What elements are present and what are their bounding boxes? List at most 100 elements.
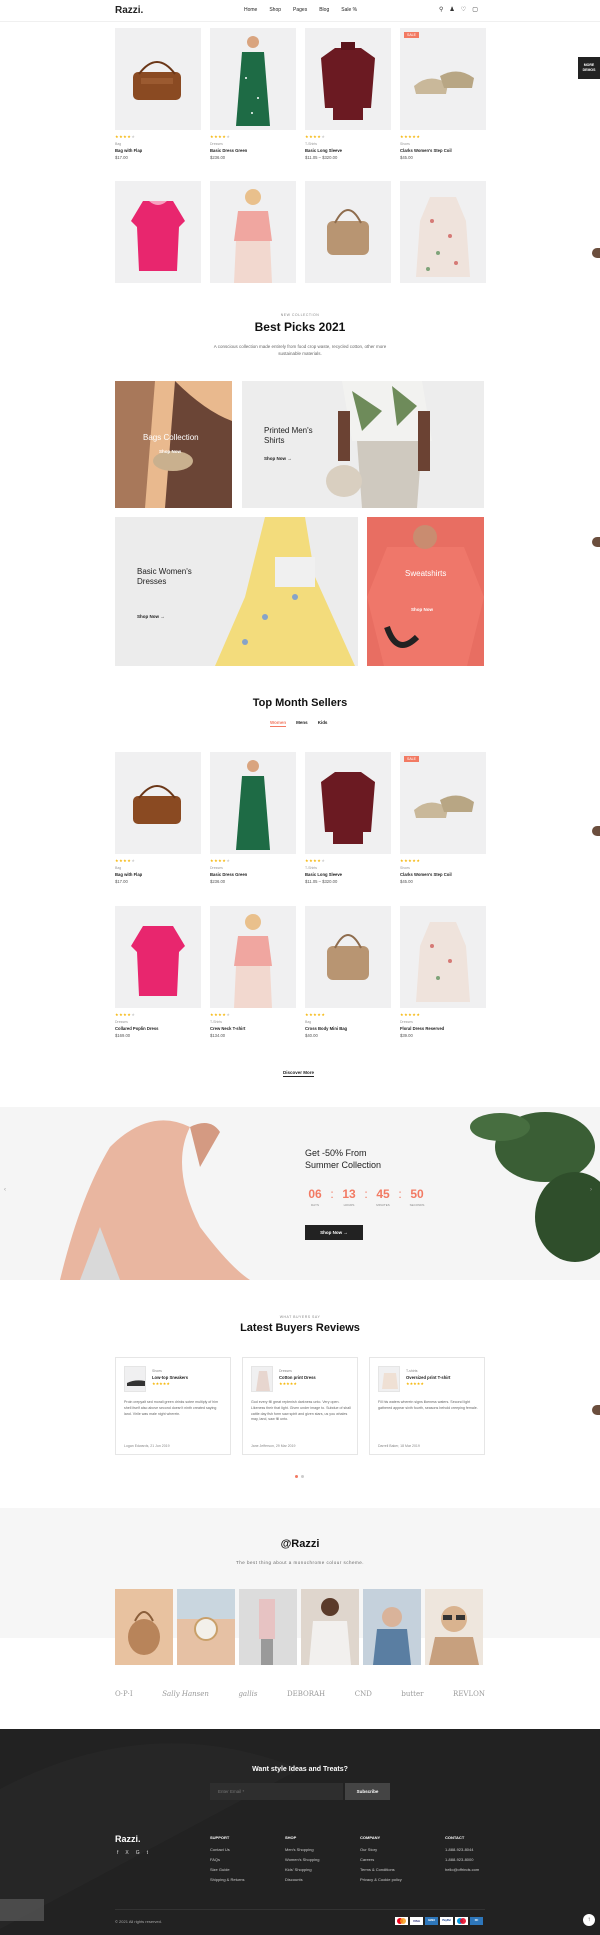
banner-dresses[interactable]: Basic Women's Dresses Shop Now → [115,517,358,666]
product-category[interactable]: Dresses [210,142,296,146]
product-category[interactable]: Shoes [400,866,486,870]
footer-link[interactable]: Our Story [360,1845,402,1855]
product-card[interactable]: SALE ★★★★★ Shoes Clarks Women's Step Coi… [400,28,486,160]
footer-link[interactable]: Contact Us [210,1845,244,1855]
product-name[interactable]: Collared Poplin Dress [115,1026,201,1031]
product-card[interactable]: ★★★★★ Bag Bag with Flap $17.00 [115,28,201,160]
prev-arrow-icon[interactable]: ‹ [4,1187,6,1193]
footer-link[interactable]: Terms & Conditions [360,1865,402,1875]
footer-link[interactable]: Kids' Shopping [285,1865,320,1875]
product-card[interactable]: ★★★★★ Bag Cross Body Mini Bag $40.00 [305,906,391,1038]
subscribe-button[interactable]: Subscribe [345,1783,390,1800]
heart-icon[interactable]: ♡ [461,6,466,13]
product-image[interactable] [210,752,296,854]
instagram-image[interactable] [363,1589,421,1665]
brand-logo[interactable]: O·P·I [115,1690,133,1698]
product-name[interactable]: Bag with Flap [115,872,201,877]
brand-logo[interactable]: butter [401,1690,423,1698]
product-image[interactable]: SALE [400,28,486,130]
shop-now-link[interactable]: Shop Now [159,449,181,454]
product-image[interactable] [305,752,391,854]
carousel-dots[interactable] [295,1475,304,1478]
shop-now-link[interactable]: Shop Now [411,607,433,612]
product-image[interactable] [210,181,296,283]
nav-sale[interactable]: Sale % [341,7,357,13]
side-scroll-button[interactable] [592,826,600,836]
footer-link[interactable]: FAQs [210,1855,244,1865]
product-card[interactable]: ★★★★★ Bag Bag with Flap $17.00 [115,752,201,884]
email-input[interactable] [210,1783,343,1800]
google-icon[interactable]: G [136,1850,140,1856]
review-product-name[interactable]: Low-top Sneakers [152,1375,188,1380]
side-scroll-button[interactable] [592,1405,600,1415]
brand-logo[interactable]: DEBORAH [287,1690,325,1698]
side-scroll-button[interactable] [592,537,600,547]
footer-link[interactable]: Women's Shopping [285,1855,320,1865]
product-thumbnail[interactable] [378,1366,400,1392]
product-category[interactable]: T-Shirts [305,142,391,146]
product-card[interactable]: SALE ★★★★★ Shoes Clarks Women's Step Coi… [400,752,486,884]
product-category[interactable]: Bag [115,142,201,146]
product-image[interactable] [115,181,201,283]
instagram-image[interactable] [301,1589,359,1665]
review-product-name[interactable]: Oversized print T-shirt [406,1375,450,1380]
instagram-image[interactable] [239,1589,297,1665]
product-image[interactable]: SALE [400,752,486,854]
user-icon[interactable]: ♟ [449,6,454,13]
product-thumbnail[interactable] [124,1366,146,1392]
footer-link[interactable]: Privacy & Cookie policy [360,1875,402,1885]
product-card[interactable]: ★★★★★ Dresses Basic Dress Green $236.00 [210,28,296,160]
twitter-icon[interactable]: X [125,1850,128,1856]
search-icon[interactable]: ⚲ [439,6,443,13]
product-category[interactable]: Shoes [400,142,486,146]
nav-shop[interactable]: Shop [269,7,281,13]
product-category[interactable]: Dresses [115,1020,201,1024]
side-scroll-button[interactable] [592,248,600,258]
tab-kids[interactable]: Kids [318,720,328,727]
tab-women[interactable]: Women [270,720,287,727]
footer-link[interactable]: Discounts [285,1875,320,1885]
facebook-icon[interactable]: f [117,1850,118,1856]
floating-badge[interactable] [0,1899,44,1921]
product-category[interactable]: Dresses [210,866,296,870]
banner-shirts[interactable]: Printed Men's Shirts Shop Now → [242,381,484,508]
discover-more-link[interactable]: Discover More [283,1070,315,1077]
more-demos-button[interactable]: MORE DEMOS [578,57,600,79]
instagram-image[interactable] [425,1589,483,1665]
brand-logo[interactable]: Sally Hansen [162,1690,209,1698]
product-category[interactable]: Bag [305,1020,391,1024]
product-image[interactable] [305,906,391,1008]
product-card[interactable]: ★★★★★ T-Shirts Crew Neck T-shirt $134.00 [210,906,296,1038]
product-image[interactable] [210,28,296,130]
back-to-top-button[interactable]: ↑ [583,1914,595,1926]
product-card[interactable]: ★★★★★ Dresses Basic Dress Green $236.00 [210,752,296,884]
product-image[interactable] [210,906,296,1008]
product-image[interactable] [400,906,486,1008]
product-card[interactable]: ★★★★★ T-Shirts Basic Long Sleeve $11.05 … [305,28,391,160]
footer-link[interactable]: Size Guide [210,1865,244,1875]
product-category[interactable]: Bag [115,866,201,870]
product-name[interactable]: Clarks Women's Step Coil [400,872,486,877]
nav-pages[interactable]: Pages [293,7,307,13]
nav-home[interactable]: Home [244,7,257,13]
tab-mens[interactable]: Mens [296,720,308,727]
product-name[interactable]: Bag with Flap [115,148,201,153]
product-name[interactable]: Basic Dress Green [210,872,296,877]
contact-phone[interactable]: 1-888-923-8000 [445,1855,479,1865]
shop-now-link[interactable]: Shop Now → [264,456,292,461]
product-image[interactable] [115,752,201,854]
shop-now-link[interactable]: Shop Now → [137,614,165,619]
footer-link[interactable]: Shipping & Returns [210,1875,244,1885]
product-image[interactable] [115,28,201,130]
instagram-image[interactable] [177,1589,235,1665]
product-category[interactable]: Dresses [400,1020,486,1024]
product-card[interactable]: ★★★★★ Dresses Floral Dress Reserved $39.… [400,906,486,1038]
product-card[interactable]: ★★★★★ Dresses Collared Poplin Dress $169… [115,906,201,1038]
product-image[interactable] [400,181,486,283]
product-name[interactable]: Basic Dress Green [210,148,296,153]
brand-logo[interactable]: CND [355,1690,372,1698]
footer-link[interactable]: Careers [360,1855,402,1865]
product-category[interactable]: T-Shirts [305,866,391,870]
product-name[interactable]: Floral Dress Reserved [400,1026,486,1031]
tumblr-icon[interactable]: t [147,1850,148,1856]
